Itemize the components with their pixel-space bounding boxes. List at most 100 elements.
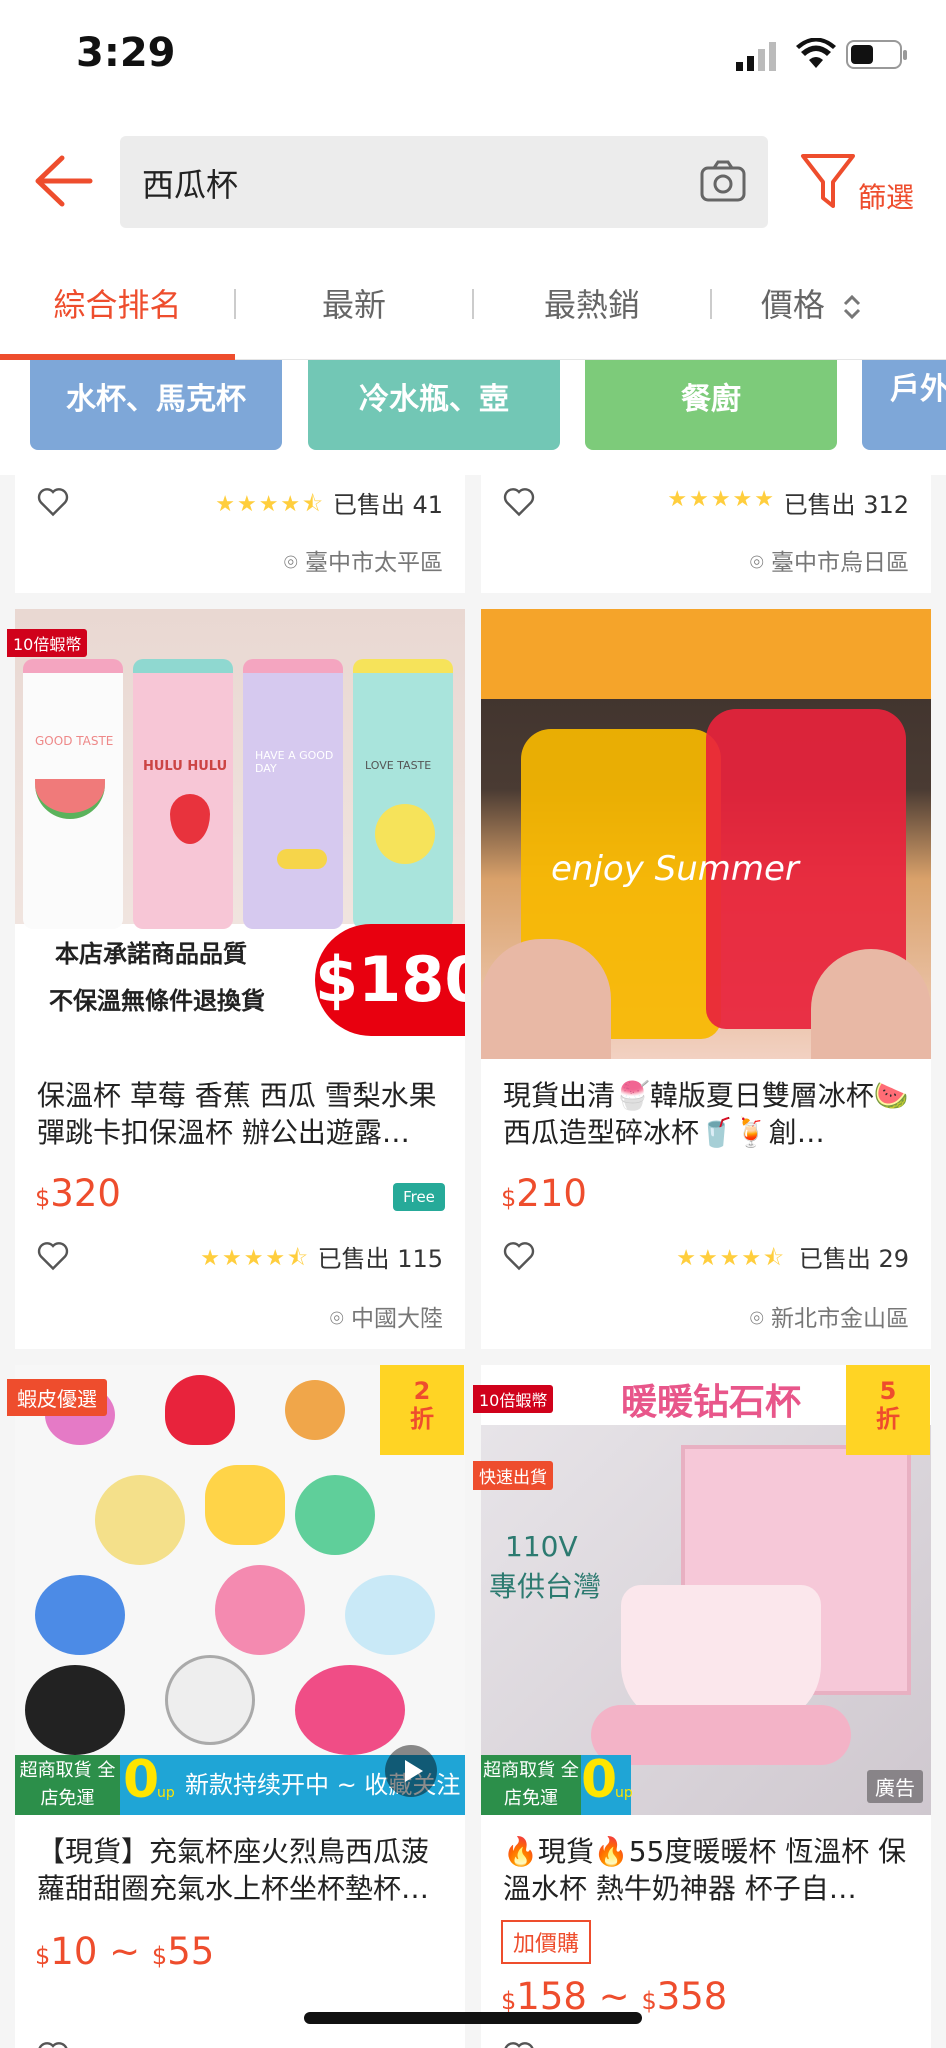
- product-image[interactable]: GOOD TASTE HULU HULU HAVE A GOOD DAY LOV…: [15, 609, 465, 1059]
- product-card[interactable]: GOOD TASTE HULU HULU HAVE A GOOD DAY LOV…: [7, 609, 465, 1349]
- banana-graphic: [277, 849, 327, 869]
- sold-count: 已售出 312: [783, 491, 909, 519]
- product-card-partial[interactable]: ★★★★⯪ 已售出 41 ⌾ 臺中市太平區: [15, 475, 465, 593]
- pear-graphic: [375, 804, 435, 864]
- price-to: 55: [167, 1930, 215, 1973]
- price-value: 210: [516, 1172, 587, 1215]
- camera-icon[interactable]: [700, 160, 746, 202]
- search-input[interactable]: 西瓜杯: [120, 136, 768, 228]
- filter-icon[interactable]: [800, 152, 856, 210]
- sort-toggle-icon: [844, 294, 861, 320]
- tab-overall-rank[interactable]: 綜合排名: [0, 255, 235, 357]
- location-text: 臺中市太平區: [305, 550, 443, 576]
- price-value: 320: [50, 1172, 121, 1215]
- ad-label: 廣告: [867, 1770, 923, 1803]
- product-price: $210: [501, 1172, 587, 1215]
- currency-symbol: $: [35, 1184, 51, 1212]
- product-price: $10 ~ $55: [35, 1930, 215, 1973]
- hand-right: [811, 949, 931, 1059]
- location: ⌾ 臺中市烏日區: [750, 543, 909, 577]
- price-from: 10: [50, 1930, 98, 1973]
- category-chip-outdoor[interactable]: 戶外: [862, 360, 946, 450]
- bottle-text-love-taste: LOVE TASTE: [365, 759, 432, 772]
- image-price-tag: $180: [315, 924, 465, 1036]
- inflatable-graphic: [165, 1375, 235, 1445]
- category-chip-cold-water-bottles[interactable]: 冷水瓶、壺: [308, 360, 560, 450]
- product-price: $320: [35, 1172, 121, 1215]
- tab-best-selling[interactable]: 最熱銷: [474, 255, 710, 357]
- sold-count: 已售出 115: [317, 1245, 443, 1273]
- voltage-label: 110V: [505, 1530, 578, 1563]
- product-card[interactable]: 暖暖钻石杯 110V 專供台灣 超商取貨 全店免運 0 up 廣告 10倍蝦幣 …: [473, 1365, 931, 2048]
- category-chip-cups-mugs[interactable]: 水杯、馬克杯: [30, 360, 282, 450]
- inflatable-graphic: [165, 1655, 255, 1745]
- location-text: 新北市金山區: [771, 1306, 909, 1332]
- heart-icon[interactable]: [35, 1237, 71, 1273]
- category-chip-kitchen[interactable]: 餐廚: [585, 360, 837, 450]
- heart-icon[interactable]: [35, 2037, 71, 2048]
- location-pin-icon: ⌾: [329, 1306, 351, 1332]
- sold-count: 已售出 41: [332, 491, 443, 519]
- location-pin-icon: ⌾: [749, 1306, 771, 1332]
- heart-icon[interactable]: [501, 1237, 537, 1273]
- bottle-text-good-taste: GOOD TASTE: [35, 734, 114, 748]
- heart-icon[interactable]: [501, 483, 537, 519]
- play-video-icon[interactable]: [385, 1745, 437, 1797]
- preferred-badge: 蝦皮優選: [7, 1379, 107, 1416]
- inflatable-graphic: [295, 1475, 375, 1555]
- location: ⌾ 新北市金山區: [750, 1299, 909, 1333]
- screen: 3:29 西瓜杯 篩選 綜合排名 最新 最熱銷 價格 水杯、馬克杯 冷水瓶、壺 …: [0, 0, 946, 2048]
- currency-symbol: $: [501, 1987, 517, 2015]
- inflatable-graphic: [95, 1475, 185, 1565]
- image-promise-line2: 不保溫無條件退換貨: [49, 987, 265, 1015]
- currency-symbol: $: [641, 1987, 657, 2015]
- bottle-purple: [243, 659, 343, 929]
- coin-badge: 10倍蝦幣: [473, 1385, 554, 1413]
- product-title: 保溫杯 草莓 香蕉 西瓜 雪梨水果彈跳卡扣保溫杯 辦公出遊露…: [37, 1079, 437, 1149]
- fast-shipping-badge: 快速出貨: [473, 1461, 553, 1490]
- inflatable-graphic: [345, 1575, 435, 1655]
- back-arrow-icon[interactable]: [32, 154, 94, 208]
- home-indicator[interactable]: [304, 2012, 642, 2024]
- rating-stars: ★★★★⯪: [200, 1246, 310, 1271]
- product-title: 🔥現貨🔥55度暖暖杯 恆溫杯 保溫水杯 熱牛奶神器 杯子自…: [503, 1835, 907, 1905]
- battery-icon: [846, 40, 907, 69]
- product-title: 現貨出清🍧韓版夏日雙層冰杯🍉西瓜造型碎冰杯🥤🍹創…: [503, 1079, 909, 1149]
- status-time: 3:29: [76, 30, 176, 76]
- promo-free-shipping: 超商取貨 全店免運: [15, 1755, 120, 1815]
- promo-free-shipping: 超商取貨 全店免運: [481, 1755, 581, 1815]
- promo-up: up: [615, 1785, 633, 1801]
- tab-latest[interactable]: 最新: [236, 255, 472, 357]
- sold-count: 已售出 29: [798, 1245, 909, 1273]
- rating-stars: ★★★★⯪: [676, 1246, 786, 1271]
- currency-symbol: $: [501, 1184, 517, 1212]
- coin-badge: 10倍蝦幣: [7, 629, 88, 657]
- promo-zero: 0: [123, 1750, 160, 1810]
- shelf-light: [481, 609, 931, 699]
- inflatable-graphic: [35, 1575, 125, 1655]
- free-shipping-icon: Free: [393, 1183, 445, 1211]
- product-title: 【現貨】充氣杯座火烈鳥西瓜菠蘿甜甜圈充氣水上杯坐杯墊杯…: [37, 1835, 430, 1905]
- filter-button[interactable]: 篩選: [858, 176, 914, 216]
- product-card[interactable]: enjoy Summer 現貨出清🍧韓版夏日雙層冰杯🍉西瓜造型碎冰杯🥤🍹創… $…: [481, 609, 931, 1349]
- heart-icon[interactable]: [501, 2037, 537, 2048]
- tab-price-label: 價格: [760, 286, 825, 324]
- product-card-partial[interactable]: ★★★★★ 已售出 312 ⌾ 臺中市烏日區: [481, 475, 931, 593]
- inflatable-graphic: [215, 1565, 305, 1655]
- promo-up: up: [157, 1785, 175, 1801]
- currency-symbol: $: [151, 1942, 168, 1970]
- location-text: 中國大陸: [351, 1306, 443, 1332]
- search-query: 西瓜杯: [142, 166, 239, 204]
- inflatable-graphic: [285, 1380, 345, 1440]
- product-image[interactable]: enjoy Summer: [481, 609, 931, 1059]
- wifi-icon: [796, 38, 836, 68]
- inflatable-graphic: [205, 1465, 285, 1545]
- tab-price[interactable]: 價格: [712, 255, 912, 357]
- bottle-teal: [353, 659, 453, 929]
- rating-stars: ★★★★★: [667, 487, 776, 512]
- category-strip: 水杯、馬克杯 冷水瓶、壺 餐廚 戶外: [0, 360, 946, 475]
- product-card[interactable]: 超商取貨 全店免運 0 up 新款持续开中 ~ 收藏关注 蝦皮優選 2折 【現貨…: [7, 1365, 465, 2048]
- location-pin-icon: ⌾: [749, 550, 771, 576]
- status-bar: 3:29: [0, 0, 946, 115]
- heart-icon[interactable]: [35, 483, 71, 519]
